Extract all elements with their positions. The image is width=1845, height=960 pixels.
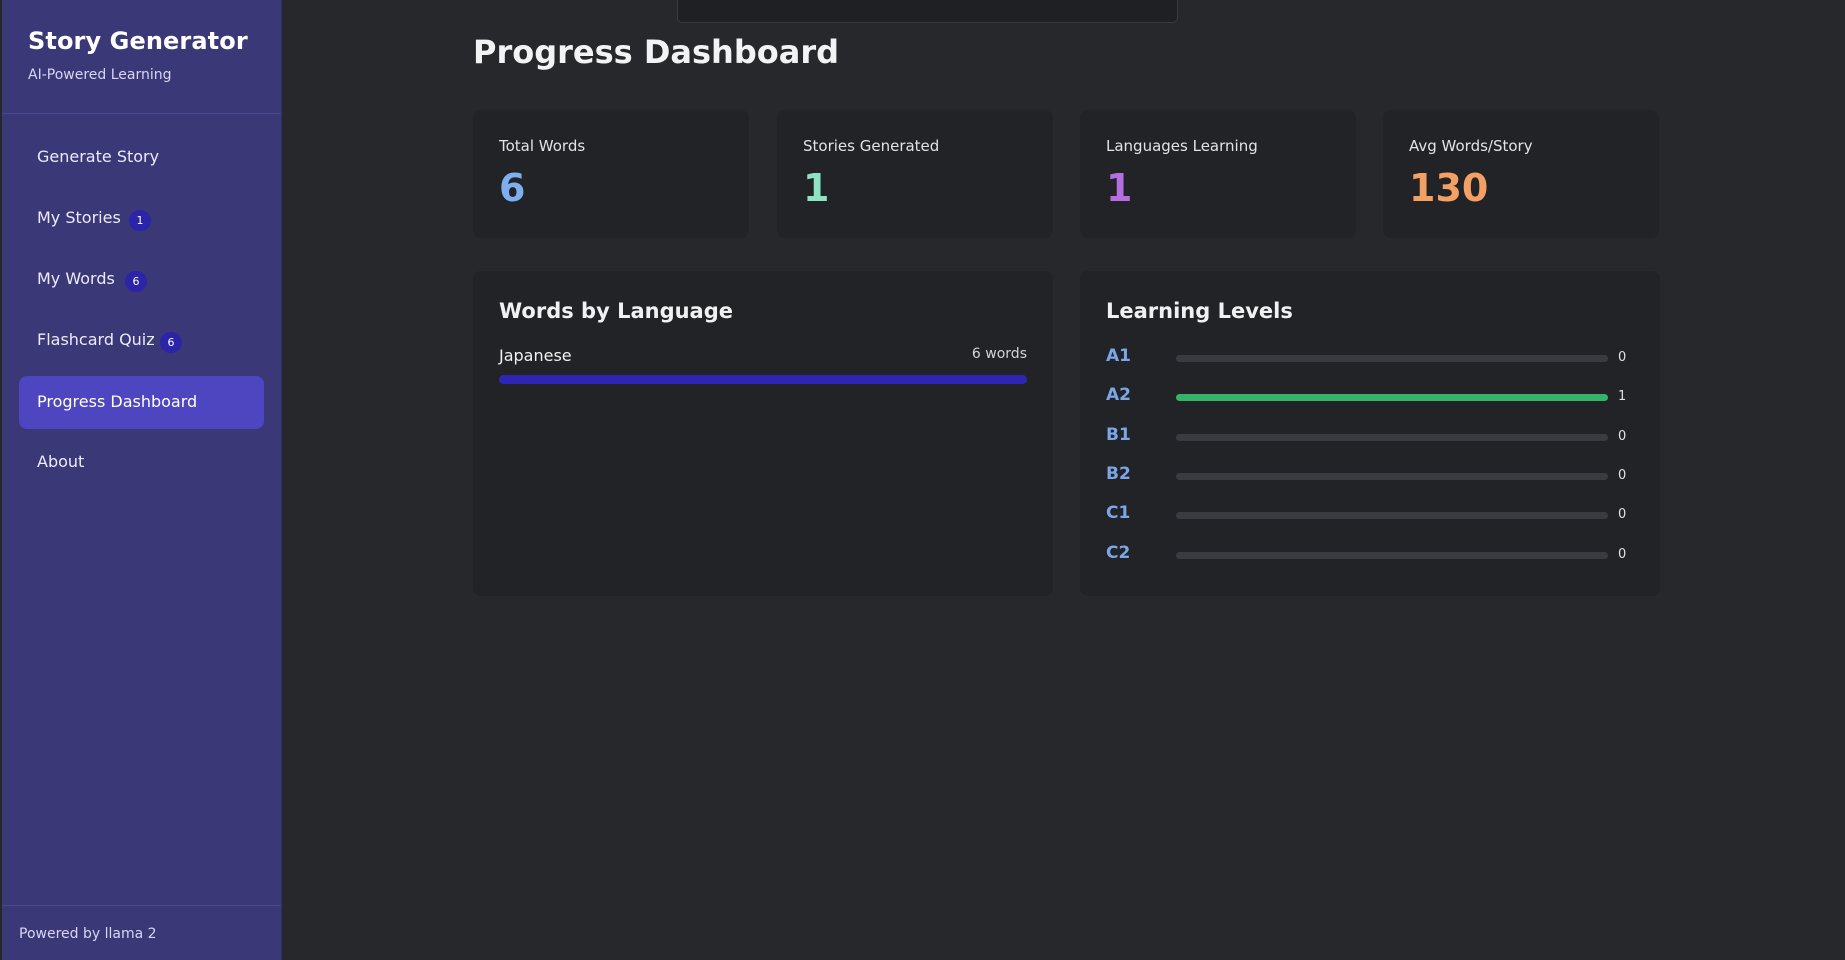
nav-item-label: My Words (37, 269, 115, 288)
count-badge: 6 (160, 332, 182, 353)
level-progress-track (1176, 512, 1608, 519)
learning-levels-panel: Learning Levels A1 0 A2 1 B1 0 B2 0 C1 0… (1080, 271, 1660, 596)
language-progress-fill (499, 375, 1027, 384)
level-count: 0 (1618, 507, 1627, 522)
nav-item-label: My Stories (37, 208, 121, 227)
level-row-c1: C1 0 (1106, 503, 1636, 527)
level-progress-track (1176, 473, 1608, 480)
nav-item-my-stories[interactable]: My Stories 1 (19, 192, 264, 245)
level-name: A1 (1106, 346, 1131, 366)
language-name: Japanese (499, 346, 572, 365)
language-word-count: 6 words (971, 346, 1027, 362)
count-badge: 6 (125, 271, 147, 292)
nav-item-generate-story[interactable]: Generate Story (19, 131, 264, 184)
level-name: C1 (1106, 503, 1131, 523)
top-popover (677, 0, 1178, 23)
nav-item-progress-dashboard[interactable]: Progress Dashboard (19, 376, 264, 429)
level-progress-track (1176, 552, 1608, 559)
level-name: B2 (1106, 464, 1131, 484)
words-by-language-panel: Words by Language Japanese 6 words (473, 271, 1053, 596)
nav-item-flashcard-quiz[interactable]: Flashcard Quiz 6 (19, 314, 264, 367)
app-subtitle: AI-Powered Learning (28, 67, 172, 83)
level-progress-track (1176, 434, 1608, 441)
level-count: 0 (1618, 429, 1627, 444)
level-row-b1: B1 0 (1106, 425, 1636, 449)
level-row-a1: A1 0 (1106, 346, 1636, 370)
nav-item-about[interactable]: About (19, 436, 264, 489)
level-row-a2: A2 1 (1106, 385, 1636, 409)
level-row-c2: C2 0 (1106, 543, 1636, 567)
nav-item-label: Flashcard Quiz (37, 330, 155, 349)
stat-value: 6 (499, 166, 526, 210)
level-name: B1 (1106, 425, 1131, 445)
page-title: Progress Dashboard (473, 33, 839, 71)
stat-card-languages-learning: Languages Learning 1 (1080, 110, 1356, 238)
nav-item-my-words[interactable]: My Words 6 (19, 253, 264, 306)
stat-label: Stories Generated (803, 137, 940, 155)
panel-title: Learning Levels (1106, 299, 1293, 323)
app-title: Story Generator (28, 27, 248, 55)
stat-value: 1 (1106, 166, 1133, 210)
stat-label: Total Words (499, 137, 586, 155)
brand-header: Story Generator AI-Powered Learning (2, 0, 281, 114)
level-name: C2 (1106, 543, 1131, 563)
level-progress-fill (1176, 394, 1608, 401)
nav-item-label: Progress Dashboard (37, 392, 198, 411)
level-progress-track (1176, 394, 1608, 401)
level-count: 0 (1618, 350, 1627, 365)
language-progress-track (499, 375, 1027, 384)
panel-title: Words by Language (499, 299, 734, 323)
stat-label: Languages Learning (1106, 137, 1258, 155)
sidebar: Story Generator AI-Powered Learning Gene… (2, 0, 282, 960)
count-badge: 1 (129, 210, 151, 231)
level-name: A2 (1106, 385, 1131, 405)
stat-value: 1 (803, 166, 830, 210)
stat-card-stories-generated: Stories Generated 1 (777, 110, 1053, 238)
sidebar-footer: Powered by llama 2 (2, 905, 281, 960)
stat-card-avg-words-story: Avg Words/Story 130 (1383, 110, 1659, 238)
app-window: Story Generator AI-Powered Learning Gene… (0, 0, 1845, 960)
stat-label: Avg Words/Story (1409, 137, 1533, 155)
nav-item-label: Generate Story (37, 147, 160, 166)
stat-value: 130 (1409, 166, 1489, 210)
level-count: 0 (1618, 468, 1627, 483)
level-count: 0 (1618, 547, 1627, 562)
level-progress-track (1176, 355, 1608, 362)
footer-text: Powered by llama 2 (19, 926, 157, 942)
level-count: 1 (1618, 389, 1627, 404)
level-row-b2: B2 0 (1106, 464, 1636, 488)
nav-item-label: About (37, 452, 85, 471)
stat-card-total-words: Total Words 6 (473, 110, 749, 238)
